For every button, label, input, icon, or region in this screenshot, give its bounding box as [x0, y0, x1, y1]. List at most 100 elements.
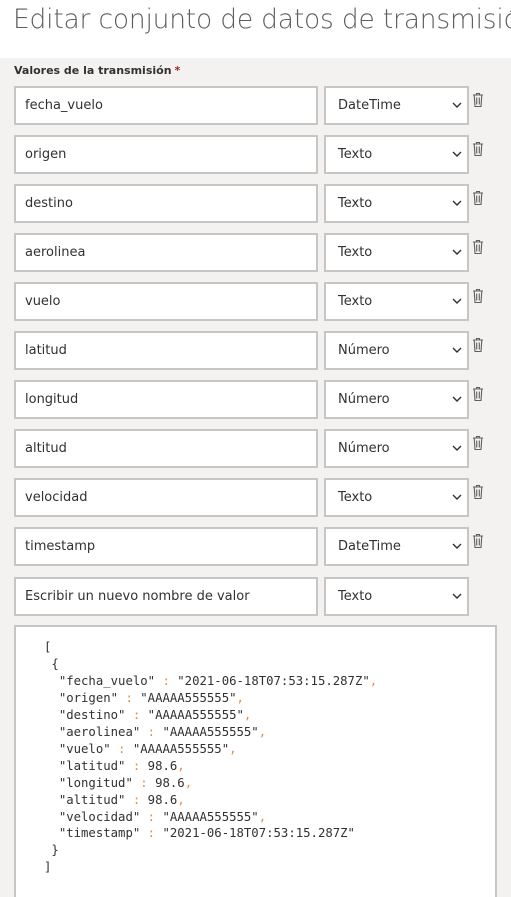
json-line: "origen" : "AAAAA555555",: [44, 690, 377, 707]
chevron-down-icon: [452, 445, 462, 451]
json-colon: :: [140, 724, 163, 739]
chevron-down-icon: [452, 347, 462, 353]
json-line: ]: [44, 859, 377, 876]
json-colon: :: [125, 758, 148, 773]
json-line: "longitud" : 98.6,: [44, 775, 377, 792]
json-comma: ,: [243, 707, 252, 722]
field-row: timestamp DateTime: [0, 527, 511, 566]
value-name-input[interactable]: destino: [14, 184, 318, 223]
value-type-select[interactable]: DateTime: [324, 86, 469, 125]
json-key: "aerolinea": [58, 724, 141, 739]
trash-icon[interactable]: [472, 239, 484, 255]
field-row: altitud Número: [0, 429, 511, 468]
value-type-select[interactable]: Número: [324, 380, 469, 419]
json-line: {: [44, 656, 377, 673]
value-type-select[interactable]: Número: [324, 331, 469, 370]
json-colon: :: [110, 741, 133, 756]
value-type-label: DateTime: [338, 539, 401, 554]
dialog-header: Editar conjunto de datos de transmisión: [0, 0, 511, 58]
json-value: 98.6: [155, 775, 185, 790]
value-name-input[interactable]: longitud: [14, 380, 318, 419]
json-colon: :: [140, 826, 163, 841]
json-value: "AAAAA555555": [162, 724, 259, 739]
value-type-label: Número: [338, 441, 390, 456]
trash-icon[interactable]: [472, 190, 484, 206]
trash-icon[interactable]: [472, 288, 484, 304]
json-colon: :: [132, 775, 156, 790]
value-type-label: DateTime: [338, 98, 401, 113]
value-type-select[interactable]: Texto: [324, 282, 469, 321]
json-colon: :: [125, 792, 148, 807]
required-asterisk: *: [174, 64, 181, 77]
value-type-label: Texto: [338, 490, 373, 505]
json-line: "fecha_vuelo" : "2021-06-18T07:53:15.287…: [44, 673, 377, 690]
json-key: "vuelo": [58, 741, 111, 756]
json-colon: :: [125, 707, 148, 722]
value-name-input[interactable]: latitud: [14, 331, 318, 370]
value-type-select[interactable]: Texto: [324, 478, 469, 517]
value-type-label: Texto: [338, 245, 373, 260]
json-comma: ,: [258, 809, 267, 824]
json-value: "AAAAA555555": [132, 741, 230, 756]
json-key: "timestamp": [58, 826, 141, 841]
json-key: "fecha_vuelo": [58, 673, 156, 688]
field-row: vuelo Texto: [0, 282, 511, 321]
trash-icon[interactable]: [472, 386, 484, 402]
chevron-down-icon: [452, 593, 462, 599]
json-comma: ,: [369, 673, 378, 688]
json-line: }: [44, 842, 377, 859]
value-type-select[interactable]: DateTime: [324, 527, 469, 566]
json-line: "velocidad" : "AAAAA555555",: [44, 809, 377, 826]
chevron-down-icon: [452, 494, 462, 500]
json-value: "AAAAA555555": [162, 809, 259, 824]
json-colon: :: [155, 673, 178, 688]
trash-icon[interactable]: [472, 337, 484, 353]
json-close-brace: }: [51, 843, 59, 858]
chevron-down-icon: [452, 151, 462, 157]
trash-icon[interactable]: [472, 92, 484, 108]
value-type-select[interactable]: Texto: [324, 135, 469, 174]
json-value: "2021-06-18T07:53:15.287Z": [177, 673, 370, 688]
json-key: "origen": [58, 690, 119, 705]
new-value-name-input[interactable]: Escribir un nuevo nombre de valor: [14, 577, 318, 616]
json-key: "longitud": [58, 775, 133, 790]
json-value: 98.6: [147, 792, 178, 807]
field-row: fecha_vuelo DateTime: [0, 86, 511, 125]
stream-values-label: Valores de la transmisión *: [14, 64, 180, 77]
field-row: aerolinea Texto: [0, 233, 511, 272]
value-name-input[interactable]: origen: [14, 135, 318, 174]
value-name-input[interactable]: aerolinea: [14, 233, 318, 272]
chevron-down-icon: [452, 102, 462, 108]
json-value: "AAAAA555555": [147, 707, 244, 722]
json-payload-box[interactable]: [ { "fecha_vuelo" : "2021-06-18T07:53:15…: [14, 625, 497, 897]
new-value-type-select[interactable]: Texto: [324, 577, 469, 616]
value-name-input[interactable]: altitud: [14, 429, 318, 468]
json-close-bracket: ]: [44, 860, 52, 875]
value-name-input[interactable]: vuelo: [14, 282, 318, 321]
field-row: latitud Número: [0, 331, 511, 370]
json-value: "2021-06-18T07:53:15.287Z": [162, 826, 355, 841]
json-line: "destino" : "AAAAA555555",: [44, 707, 377, 724]
json-line: "aerolinea" : "AAAAA555555",: [44, 724, 377, 741]
new-field-row: Escribir un nuevo nombre de valor Texto: [0, 577, 511, 616]
value-name-input[interactable]: timestamp: [14, 527, 318, 566]
value-name-input[interactable]: fecha_vuelo: [14, 86, 318, 125]
json-line: "latitud" : 98.6,: [44, 758, 377, 775]
value-name-input[interactable]: velocidad: [14, 478, 318, 517]
value-type-select[interactable]: Número: [324, 429, 469, 468]
trash-icon[interactable]: [472, 141, 484, 157]
chevron-down-icon: [452, 396, 462, 402]
json-open-bracket: [: [44, 640, 52, 654]
trash-icon[interactable]: [472, 484, 484, 500]
trash-icon[interactable]: [472, 533, 484, 549]
field-row: longitud Número: [0, 380, 511, 419]
field-row: destino Texto: [0, 184, 511, 223]
dialog-title: Editar conjunto de datos de transmisión: [13, 4, 511, 35]
json-open-brace: {: [51, 656, 59, 671]
trash-icon[interactable]: [472, 435, 484, 451]
value-type-select[interactable]: Texto: [324, 184, 469, 223]
value-type-select[interactable]: Texto: [324, 233, 469, 272]
json-key: "altitud": [58, 792, 126, 807]
json-value: "AAAAA555555": [140, 690, 237, 705]
json-line: [: [44, 639, 377, 656]
